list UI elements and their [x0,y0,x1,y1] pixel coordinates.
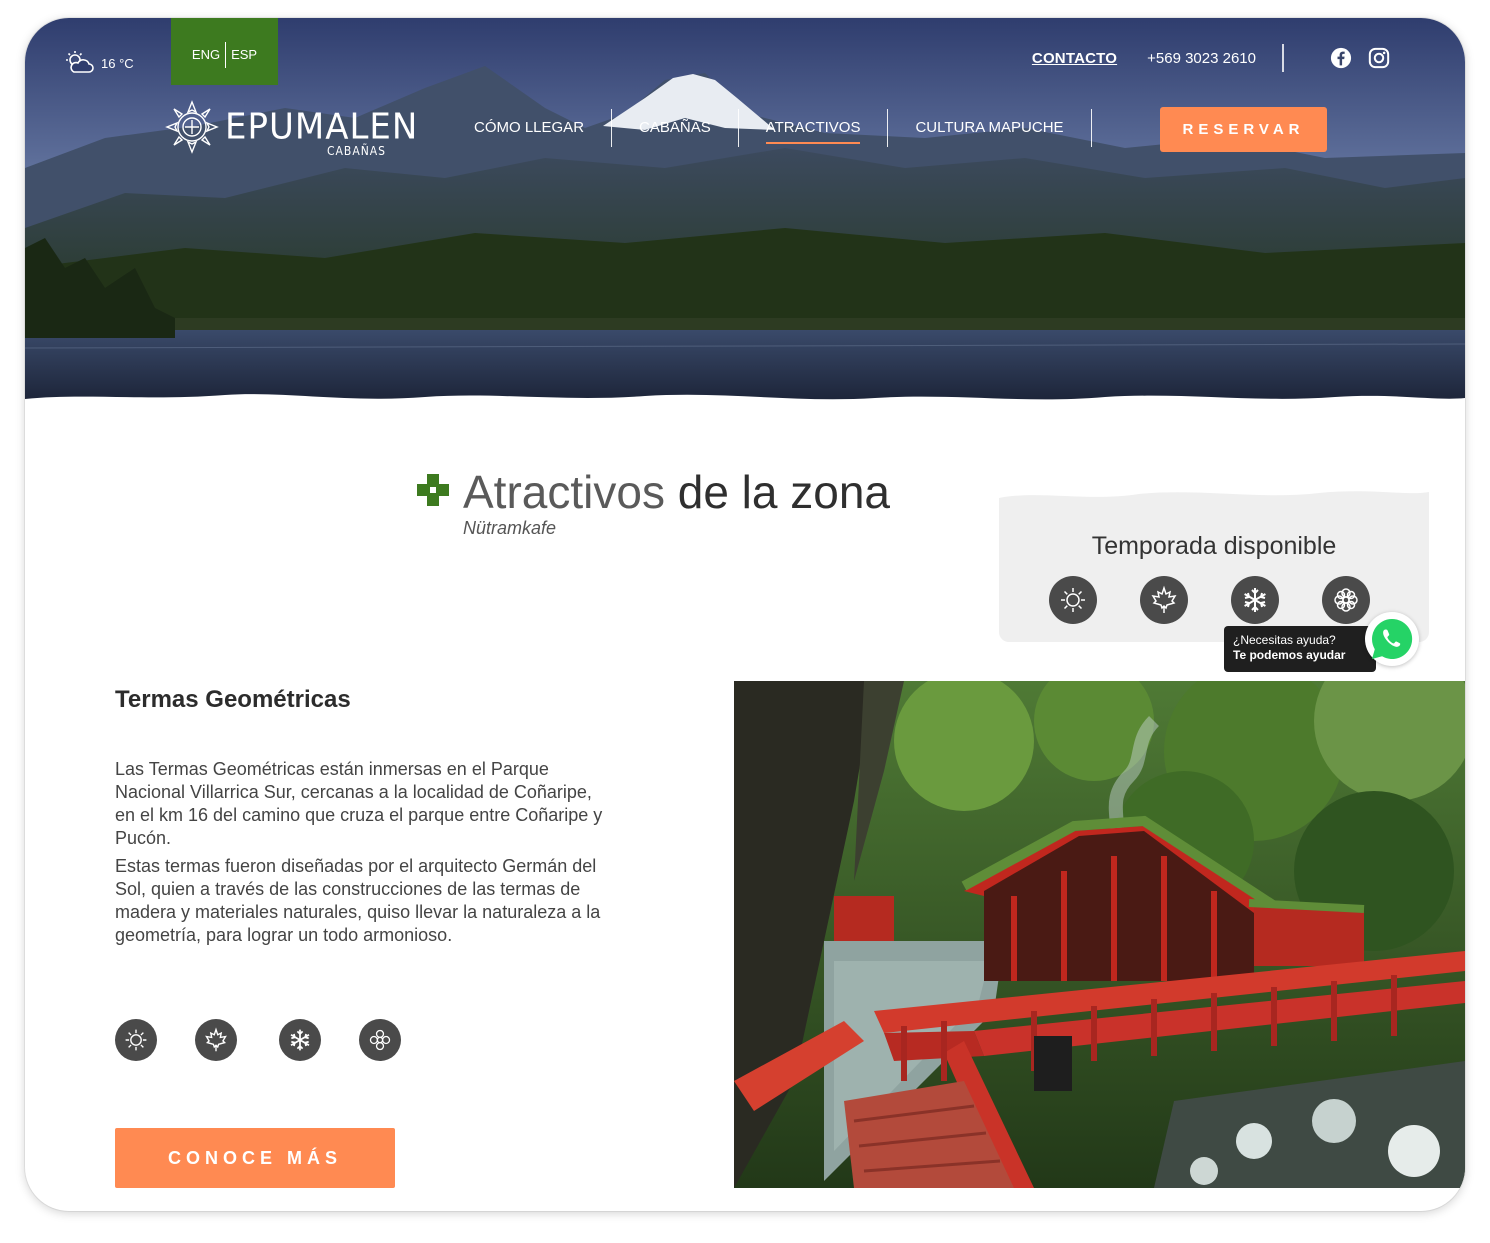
season-availability-panel: Temporada disponible [999,491,1429,642]
attraction-title: Termas Geométricas [115,686,351,713]
nav-item-cabanas[interactable]: CABAÑAS [622,108,728,148]
lang-eng[interactable]: ENG [187,47,225,62]
nav-item-atractivos[interactable]: ATRACTIVOS [749,108,878,148]
termas-geometricas-photo [734,681,1465,1188]
mapuche-emblem-icon [165,100,219,154]
lang-esp[interactable]: ESP [226,47,262,62]
title-part-atractivos: Atractivos [463,466,665,518]
epumalen-logo[interactable]: EPUMALEN CABAÑAS [165,100,419,158]
nav-divider [887,109,889,147]
attraction-description: Las Termas Geométricas están inmersas en… [115,758,605,952]
nav-divider [611,109,613,147]
logo-subtitle: CABAÑAS [327,144,387,158]
nav-item-cultura-mapuche[interactable]: CULTURA MAPUCHE [898,108,1080,148]
whatsapp-icon [1372,618,1413,659]
season-label: Temporada disponible [1091,532,1337,560]
nav-divider [1090,109,1092,147]
section-heading: Atractivos de la zona [417,464,890,520]
whatsapp-button[interactable] [1365,612,1419,666]
autumn-leaf-icon [195,1019,237,1061]
contact-link[interactable]: CONTACTO [1032,50,1117,67]
autumn-leaf-icon [1140,576,1188,624]
facebook-icon[interactable] [1330,47,1352,69]
nav-item-como-llegar[interactable]: CÓMO LLEGAR [457,108,601,148]
season-icons [1049,576,1370,624]
attraction-paragraph: Las Termas Geométricas están inmersas en… [115,759,603,848]
brush-stroke [999,491,1429,508]
topbar-divider [1282,44,1284,72]
title-part-de-la-zona: de la zona [677,466,891,518]
help-tooltip[interactable]: ¿Necesitas ayuda? Te podemos ayudar [1224,626,1376,672]
language-switcher: ENG ESP [171,18,278,85]
weather-widget: 16 °C [65,50,134,76]
page-title: Atractivos de la zona [463,464,890,520]
learn-more-button[interactable]: CONOCE MÁS [115,1128,395,1188]
main-navigation: CÓMO LLEGAR CABAÑAS ATRACTIVOS CULTURA M… [457,108,1102,148]
partly-cloudy-icon [66,51,94,73]
mapuche-cross-icon [417,474,449,506]
browser-frame: 16 °C ENG ESP CONTACTO +569 3023 2610 EP… [25,18,1465,1211]
spring-flower-icon [359,1019,401,1061]
summer-sun-icon [115,1019,157,1061]
hero-banner: 16 °C ENG ESP CONTACTO +569 3023 2610 EP… [25,18,1465,402]
winter-snowflake-icon [1231,576,1279,624]
attraction-season-icons [115,1019,401,1061]
spring-flower-icon [1322,576,1370,624]
help-line-1: ¿Necesitas ayuda? [1233,633,1336,647]
phone-number[interactable]: +569 3023 2610 [1147,50,1256,67]
top-contact-bar: CONTACTO +569 3023 2610 [1032,44,1390,72]
reserve-button[interactable]: RESERVAR [1160,107,1327,152]
summer-sun-icon [1049,576,1097,624]
torn-edge-divider [25,394,1465,402]
temperature-value: 16 °C [101,55,134,71]
help-line-2: Te podemos ayudar [1233,648,1346,662]
instagram-icon[interactable] [1368,47,1390,69]
logo-wordmark: EPUMALEN [225,106,419,148]
attraction-paragraph: Estas termas fueron diseñadas por el arq… [115,856,601,945]
nav-divider [737,109,739,147]
page-subtitle: Nütramkafe [463,518,557,538]
winter-snowflake-icon [279,1019,321,1061]
